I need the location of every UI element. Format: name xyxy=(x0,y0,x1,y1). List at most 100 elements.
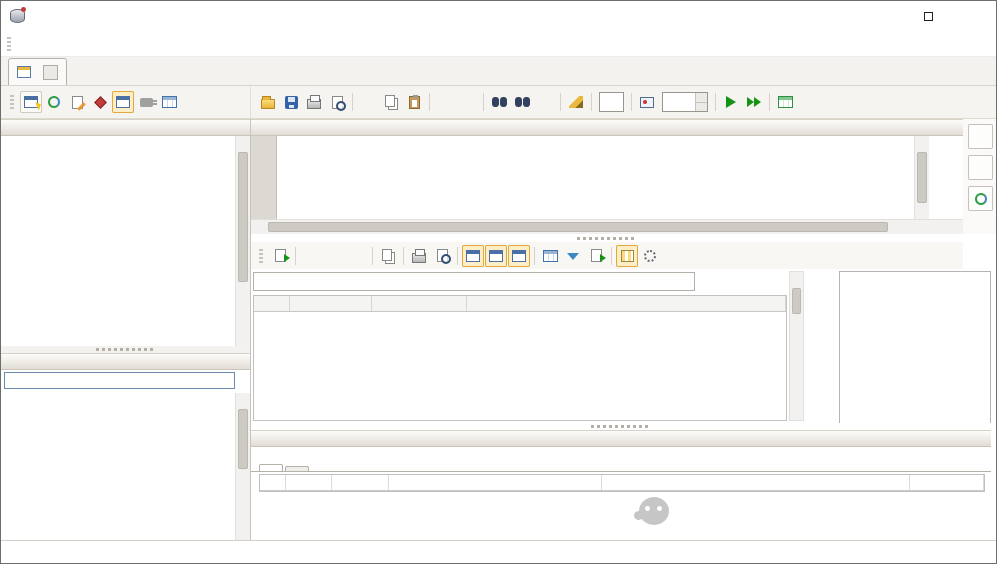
minimize-button[interactable] xyxy=(861,1,906,31)
grid-mode-button[interactable] xyxy=(158,91,180,113)
layout-grid-toggle[interactable] xyxy=(462,245,484,267)
layout-form-toggle[interactable] xyxy=(508,245,530,267)
go-dropdown[interactable] xyxy=(599,92,624,112)
preview-data-button[interactable] xyxy=(431,245,453,267)
export-data-button[interactable] xyxy=(585,245,607,267)
new-editor-button[interactable] xyxy=(112,91,134,113)
undo-button[interactable] xyxy=(434,91,456,113)
scroll-down-icon[interactable] xyxy=(236,332,251,346)
copy-data-button[interactable] xyxy=(377,245,399,267)
scroll-up-icon[interactable] xyxy=(236,393,251,407)
scroll-down-icon[interactable] xyxy=(915,205,930,219)
print-button[interactable] xyxy=(303,91,325,113)
log-header-status[interactable] xyxy=(286,475,332,490)
edit-connection-button[interactable] xyxy=(66,91,88,113)
scroll-up-icon[interactable] xyxy=(236,136,251,150)
scroll-left-icon[interactable] xyxy=(251,220,266,234)
menu-execute[interactable] xyxy=(64,40,80,48)
sql-horizontal-scrollbar[interactable] xyxy=(251,219,963,234)
select-all-header[interactable] xyxy=(254,296,290,311)
search-options-button[interactable] xyxy=(754,273,771,290)
maximize-button[interactable] xyxy=(906,1,951,31)
execute-script-button[interactable] xyxy=(743,91,765,113)
cut-button[interactable] xyxy=(357,91,379,113)
results-grid-scrollbar[interactable] xyxy=(789,271,804,421)
tables-filter-input[interactable] xyxy=(4,372,235,389)
sql-vertical-scrollbar[interactable] xyxy=(914,136,929,219)
disconnect-button[interactable] xyxy=(135,91,157,113)
refresh-query-button[interactable] xyxy=(968,186,993,211)
print-preview-button[interactable] xyxy=(326,91,348,113)
scrollbar-thumb[interactable] xyxy=(268,222,888,232)
max-rows-input[interactable] xyxy=(663,93,695,111)
column-chooser-button[interactable] xyxy=(616,245,638,267)
connections-scrollbar[interactable] xyxy=(235,136,250,346)
scroll-right-icon[interactable] xyxy=(948,220,963,234)
format-sql-button[interactable] xyxy=(565,91,587,113)
menu-donate[interactable] xyxy=(96,40,112,48)
rows-spin-up-button[interactable] xyxy=(696,93,707,103)
filter-data-button[interactable] xyxy=(562,245,584,267)
log-header-sql[interactable] xyxy=(389,475,602,490)
close-button[interactable] xyxy=(951,1,996,31)
scroll-up-icon[interactable] xyxy=(915,136,930,150)
column-header-categoryname[interactable] xyxy=(372,296,467,311)
tables-scrollbar[interactable] xyxy=(235,393,250,542)
save-button[interactable] xyxy=(280,91,302,113)
menu-connections[interactable] xyxy=(48,40,64,48)
clear-search-button[interactable] xyxy=(697,273,714,290)
sql-editor-button[interactable] xyxy=(20,91,42,113)
menu-view[interactable] xyxy=(32,40,48,48)
layout-split-toggle[interactable] xyxy=(485,245,507,267)
log-header-message[interactable] xyxy=(602,475,910,490)
grid-settings-button[interactable] xyxy=(639,245,661,267)
toolbar-grip xyxy=(259,249,263,263)
menu-help[interactable] xyxy=(80,40,96,48)
previous-query-button[interactable] xyxy=(968,124,993,149)
column-header-description[interactable] xyxy=(467,296,786,311)
scrollbar-thumb[interactable] xyxy=(792,288,801,314)
search-previous-button[interactable] xyxy=(735,273,752,290)
stop-button[interactable] xyxy=(89,91,111,113)
post-changes-button[interactable] xyxy=(323,245,345,267)
rows-spin-down-button[interactable] xyxy=(696,103,707,112)
sort-button[interactable] xyxy=(534,91,556,113)
scroll-up-icon[interactable] xyxy=(789,272,804,286)
scrollbar-thumb[interactable] xyxy=(238,152,248,282)
add-row-button[interactable] xyxy=(300,245,322,267)
open-file-button[interactable] xyxy=(257,91,279,113)
log-header-n[interactable] xyxy=(260,475,286,490)
settings-gear-icon xyxy=(644,250,656,262)
redo-button[interactable] xyxy=(457,91,479,113)
horizontal-splitter[interactable] xyxy=(251,423,991,430)
row-limit-button[interactable] xyxy=(636,91,658,113)
tab-sql-editor[interactable] xyxy=(8,58,67,85)
copy-button[interactable] xyxy=(380,91,402,113)
tab-close-button[interactable] xyxy=(43,65,58,80)
find-button[interactable] xyxy=(488,91,510,113)
scrollbar-thumb[interactable] xyxy=(238,409,248,469)
tab-table[interactable] xyxy=(259,464,283,471)
next-query-button[interactable] xyxy=(968,155,993,180)
column-header-categoryid[interactable] xyxy=(290,296,372,311)
log-header-timetaken[interactable] xyxy=(910,475,984,490)
menu-file[interactable] xyxy=(16,40,32,48)
refresh-connection-button[interactable] xyxy=(43,91,65,113)
refresh-data-button[interactable] xyxy=(269,245,291,267)
results-grid-header xyxy=(254,296,786,312)
search-next-button[interactable] xyxy=(716,273,733,290)
scroll-down-icon[interactable] xyxy=(789,406,804,420)
horizontal-splitter[interactable] xyxy=(251,235,963,242)
horizontal-splitter[interactable] xyxy=(1,346,250,353)
search-input[interactable] xyxy=(253,272,695,291)
sql-code-area[interactable] xyxy=(278,136,914,219)
delete-row-button[interactable] xyxy=(346,245,368,267)
scrollbar-thumb[interactable] xyxy=(917,152,927,203)
goto-row-button[interactable] xyxy=(539,245,561,267)
print-data-button[interactable] xyxy=(408,245,430,267)
result-grid-button[interactable] xyxy=(774,91,796,113)
execute-button[interactable] xyxy=(720,91,742,113)
find-replace-button[interactable] xyxy=(511,91,533,113)
paste-button[interactable] xyxy=(403,91,425,113)
log-header-time[interactable] xyxy=(332,475,389,490)
